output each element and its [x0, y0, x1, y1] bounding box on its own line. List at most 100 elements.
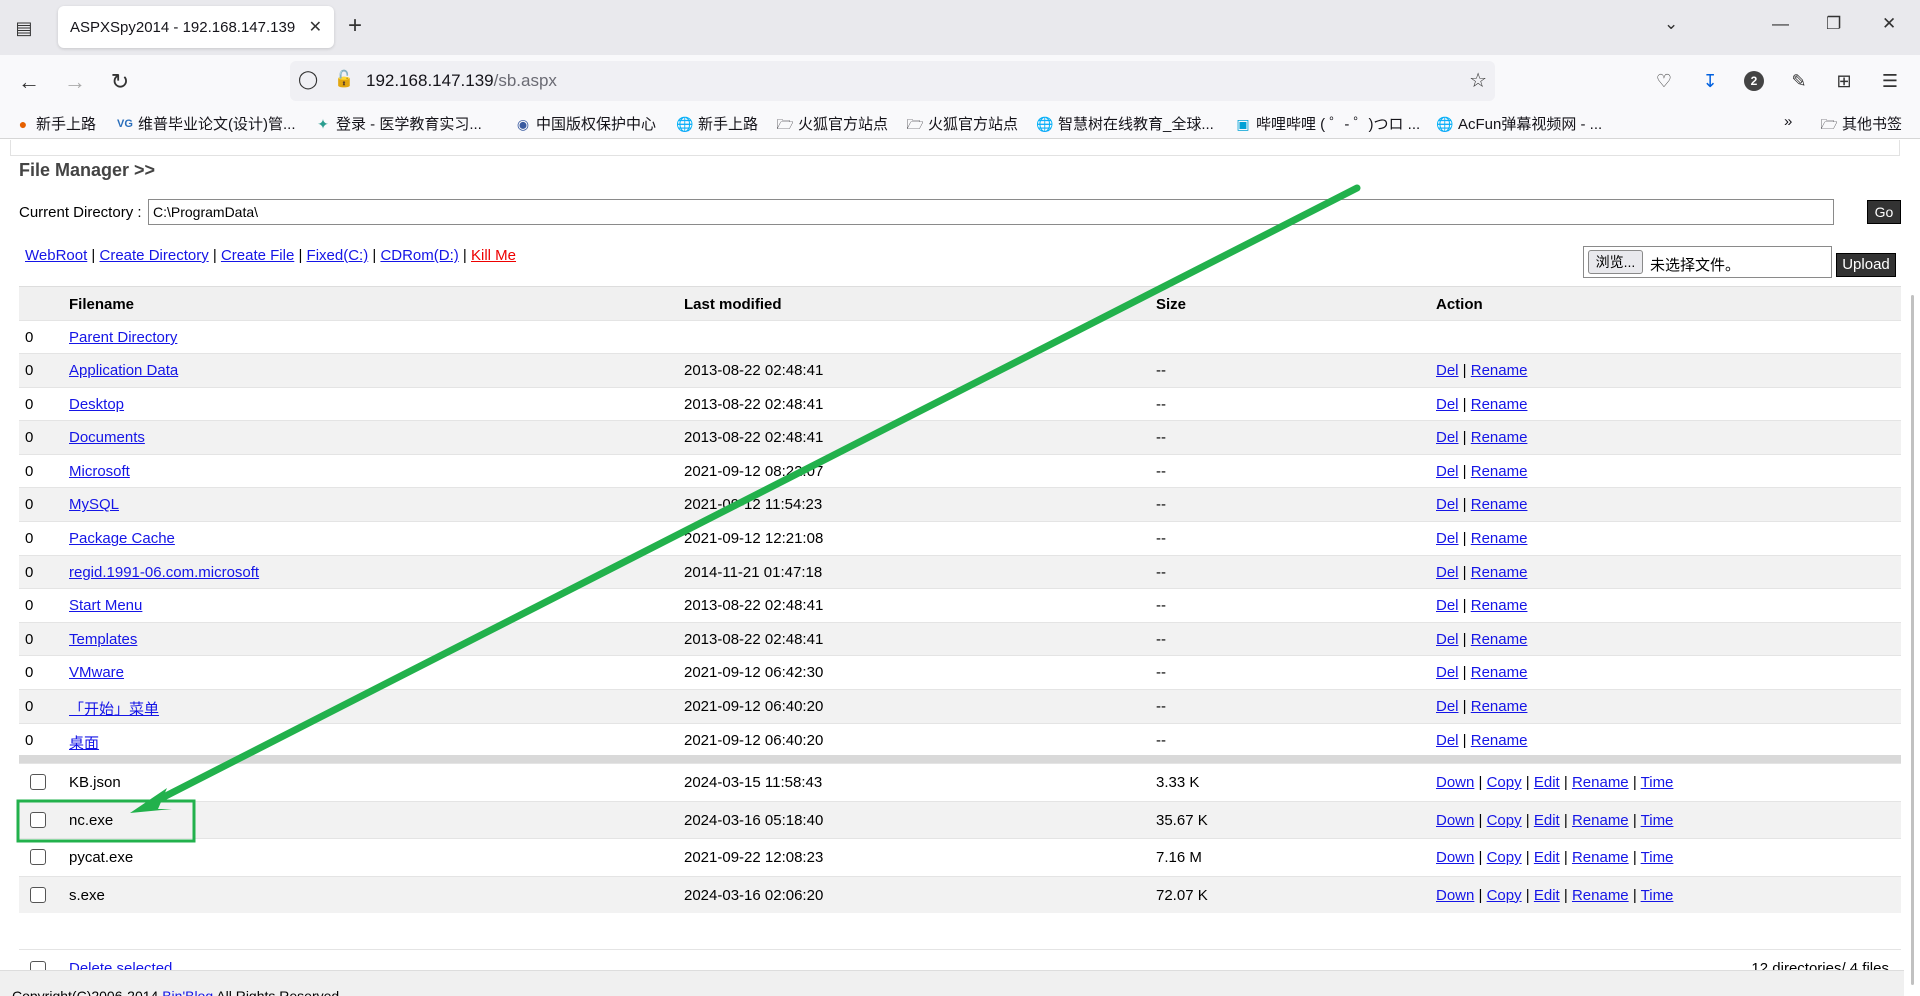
- scrollbar-thumb[interactable]: [1911, 295, 1914, 985]
- bookmark-item[interactable]: ● 新手上路: [14, 113, 96, 134]
- directory-link[interactable]: Desktop: [69, 396, 124, 413]
- del-link[interactable]: Del: [1436, 530, 1459, 547]
- rename-link[interactable]: Rename: [1471, 597, 1528, 614]
- rename-link[interactable]: Rename: [1572, 849, 1629, 866]
- page-scrollbar[interactable]: [1904, 140, 1920, 996]
- rename-link[interactable]: Rename: [1471, 429, 1528, 446]
- kill-me-link[interactable]: Kill Me: [471, 247, 516, 264]
- more-bookmarks-icon[interactable]: »: [1784, 113, 1792, 130]
- bookmark-folder[interactable]: 🗁 火狐官方站点: [776, 113, 888, 134]
- rename-link[interactable]: Rename: [1572, 774, 1629, 791]
- minimize-icon[interactable]: —: [1772, 14, 1789, 34]
- edit-link[interactable]: Edit: [1534, 774, 1560, 791]
- del-link[interactable]: Del: [1436, 429, 1459, 446]
- directory-link[interactable]: 「开始」菜单: [69, 698, 159, 719]
- rename-link[interactable]: Rename: [1471, 496, 1528, 513]
- bookmark-item[interactable]: VG 维普毕业论文(设计)管...: [116, 113, 295, 134]
- reload-icon[interactable]: ↻: [105, 67, 135, 97]
- rename-link[interactable]: Rename: [1572, 887, 1629, 904]
- bookmark-item[interactable]: 🌐 AcFun弹幕视频网 - ...: [1436, 113, 1602, 134]
- tab-list-icon[interactable]: ▤: [10, 14, 38, 42]
- edit-link[interactable]: Edit: [1534, 849, 1560, 866]
- extensions-icon[interactable]: ✎: [1785, 67, 1813, 95]
- rename-link[interactable]: Rename: [1471, 362, 1528, 379]
- file-checkbox[interactable]: [30, 811, 46, 828]
- bookmark-folder[interactable]: 🗁 火狐官方站点: [906, 113, 1018, 134]
- browse-button[interactable]: 浏览...: [1588, 250, 1643, 274]
- bookmark-item[interactable]: ▣ 哔哩哔哩 ( ゜- ゜)つロ ...: [1234, 113, 1420, 134]
- rename-link[interactable]: Rename: [1471, 396, 1528, 413]
- forward-icon[interactable]: →: [60, 67, 90, 97]
- new-tab-icon[interactable]: +: [348, 12, 362, 40]
- url-bar[interactable]: ◯ 🔓 192.168.147.139/sb.aspx ☆: [290, 61, 1495, 101]
- rename-link[interactable]: Rename: [1471, 732, 1528, 749]
- directory-link[interactable]: Templates: [69, 631, 137, 648]
- directory-link[interactable]: VMware: [69, 664, 124, 681]
- other-bookmarks-folder[interactable]: 🗁 其他书签: [1820, 113, 1902, 134]
- bookmark-item[interactable]: 🌐 新手上路: [676, 113, 758, 134]
- close-tab-icon[interactable]: ✕: [309, 17, 322, 37]
- fixed-drive-link[interactable]: Fixed(C:): [307, 247, 369, 264]
- directory-link[interactable]: Application Data: [69, 362, 178, 379]
- del-link[interactable]: Del: [1436, 631, 1459, 648]
- time-link[interactable]: Time: [1641, 812, 1674, 829]
- copy-link[interactable]: Copy: [1487, 774, 1522, 791]
- time-link[interactable]: Time: [1641, 774, 1674, 791]
- del-link[interactable]: Del: [1436, 496, 1459, 513]
- crop-icon[interactable]: ⊞: [1830, 67, 1858, 95]
- bookmark-item[interactable]: ✦ 登录 - 医学教育实习...: [314, 113, 482, 134]
- del-link[interactable]: Del: [1436, 732, 1459, 749]
- create-directory-link[interactable]: Create Directory: [100, 247, 209, 264]
- rename-link[interactable]: Rename: [1471, 698, 1528, 715]
- download-icon[interactable]: ↧: [1696, 67, 1724, 95]
- url-text[interactable]: 192.168.147.139/sb.aspx: [366, 71, 557, 91]
- directory-link[interactable]: Microsoft: [69, 463, 130, 480]
- rename-link[interactable]: Rename: [1471, 664, 1528, 681]
- time-link[interactable]: Time: [1641, 849, 1674, 866]
- down-link[interactable]: Down: [1436, 849, 1474, 866]
- restore-icon[interactable]: ❐: [1826, 14, 1841, 34]
- rename-link[interactable]: Rename: [1471, 530, 1528, 547]
- upload-button[interactable]: Upload: [1836, 253, 1896, 277]
- rename-link[interactable]: Rename: [1471, 463, 1528, 480]
- del-link[interactable]: Del: [1436, 698, 1459, 715]
- directory-link[interactable]: Start Menu: [69, 597, 142, 614]
- copy-link[interactable]: Copy: [1487, 887, 1522, 904]
- time-link[interactable]: Time: [1641, 887, 1674, 904]
- file-checkbox[interactable]: [30, 849, 46, 865]
- file-input[interactable]: 浏览... 未选择文件。: [1583, 246, 1832, 278]
- parent-directory-link[interactable]: Parent Directory: [69, 329, 177, 346]
- del-link[interactable]: Del: [1436, 664, 1459, 681]
- directory-link[interactable]: 桌面: [69, 732, 99, 753]
- del-link[interactable]: Del: [1436, 463, 1459, 480]
- edit-link[interactable]: Edit: [1534, 887, 1560, 904]
- rename-link[interactable]: Rename: [1572, 812, 1629, 829]
- down-link[interactable]: Down: [1436, 812, 1474, 829]
- directory-link[interactable]: regid.1991-06.com.microsoft: [69, 564, 259, 581]
- edit-link[interactable]: Edit: [1534, 812, 1560, 829]
- file-checkbox[interactable]: [30, 886, 46, 903]
- footer-link[interactable]: Bin'Blog: [162, 988, 213, 996]
- down-link[interactable]: Down: [1436, 774, 1474, 791]
- file-checkbox[interactable]: [30, 774, 46, 790]
- window-close-icon[interactable]: ✕: [1882, 14, 1896, 34]
- go-button[interactable]: Go: [1867, 200, 1901, 224]
- del-link[interactable]: Del: [1436, 396, 1459, 413]
- webroot-link[interactable]: WebRoot: [25, 247, 87, 264]
- create-file-link[interactable]: Create File: [221, 247, 294, 264]
- rename-link[interactable]: Rename: [1471, 564, 1528, 581]
- directory-link[interactable]: MySQL: [69, 496, 119, 513]
- back-icon[interactable]: ←: [14, 67, 44, 97]
- directory-link[interactable]: Package Cache: [69, 530, 175, 547]
- account-badge[interactable]: 2: [1740, 67, 1768, 95]
- browser-tab[interactable]: ASPXSpy2014 - 192.168.147.139 ✕: [58, 6, 334, 48]
- current-directory-input[interactable]: [148, 199, 1834, 225]
- shield-icon[interactable]: ◯: [298, 69, 318, 90]
- menu-icon[interactable]: ☰: [1876, 67, 1904, 95]
- rename-link[interactable]: Rename: [1471, 631, 1528, 648]
- bookmark-item[interactable]: ◉ 中国版权保护中心: [514, 113, 656, 134]
- bookmark-star-icon[interactable]: ☆: [1469, 68, 1487, 93]
- copy-link[interactable]: Copy: [1487, 849, 1522, 866]
- insecure-lock-icon[interactable]: 🔓: [334, 69, 354, 89]
- down-link[interactable]: Down: [1436, 887, 1474, 904]
